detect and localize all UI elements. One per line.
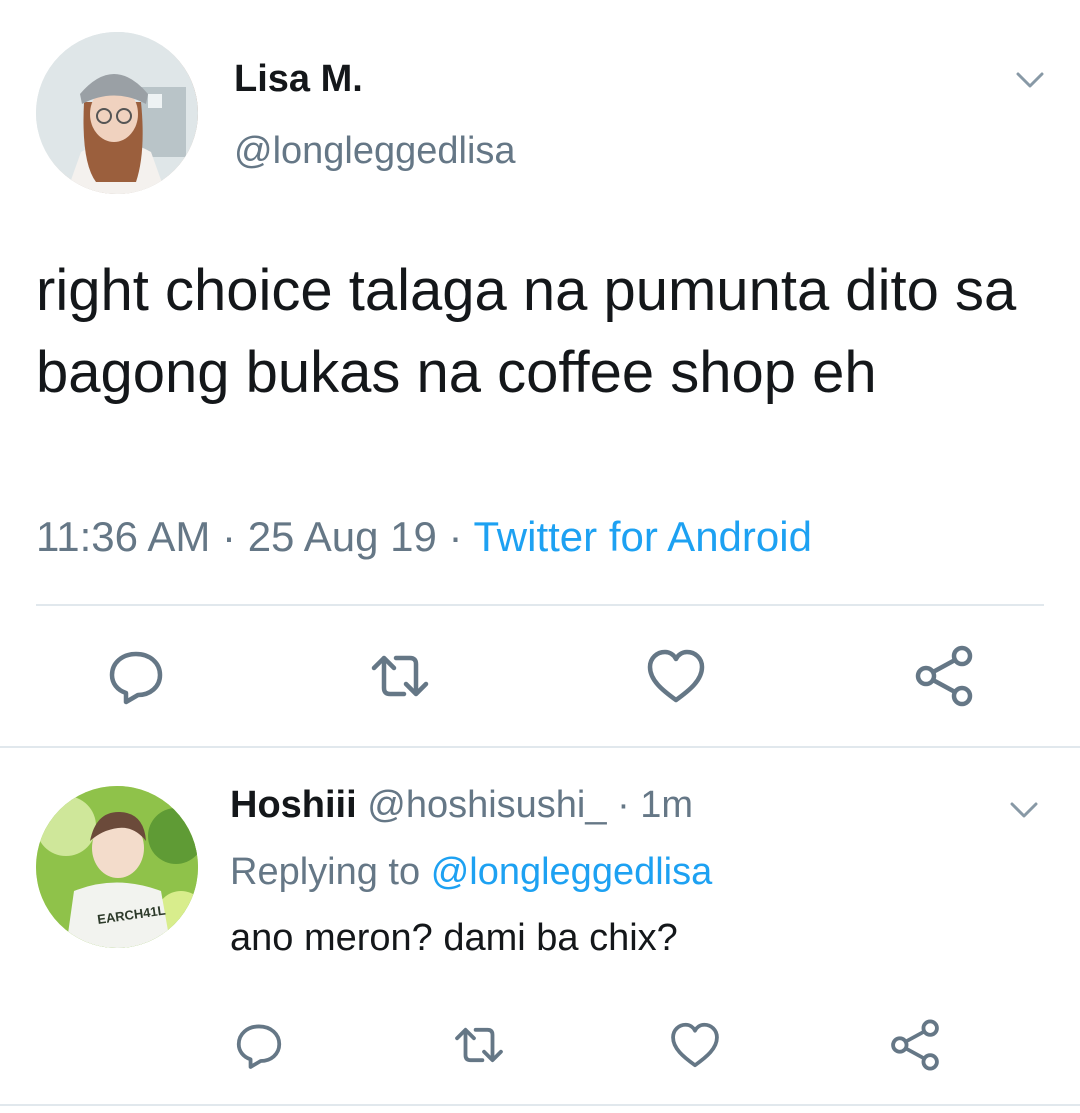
divider: [36, 604, 1044, 606]
avatar-photo: EARCH41L: [36, 786, 198, 948]
meta-separator: ·: [222, 513, 237, 560]
tweet-source-link[interactable]: Twitter for Android: [473, 513, 811, 560]
replying-to-label: Replying to: [230, 851, 421, 893]
chevron-down-icon[interactable]: [1010, 60, 1050, 100]
heart-icon[interactable]: [668, 1018, 722, 1072]
heart-icon[interactable]: [644, 644, 708, 708]
author-handle[interactable]: @longleggedlisa: [234, 130, 516, 173]
meta-separator: ·: [617, 784, 630, 826]
reply-icon[interactable]: [104, 644, 168, 708]
author-avatar[interactable]: [36, 32, 198, 194]
retweet-icon[interactable]: [368, 644, 432, 708]
author-name[interactable]: Lisa M.: [234, 58, 363, 101]
tweet-date: 25 Aug 19: [247, 513, 437, 560]
replying-to-line: Replying to @longleggedlisa: [230, 851, 712, 894]
share-icon[interactable]: [912, 644, 976, 708]
tweet-time: 11:36 AM: [36, 513, 211, 560]
divider: [0, 1104, 1080, 1106]
reply-text: ano meron? dami ba chix?: [230, 917, 678, 959]
reply-author-handle[interactable]: @hoshisushi_: [367, 784, 606, 826]
reply-header: Hoshiii @hoshisushi_ · 1m: [230, 784, 693, 827]
share-icon[interactable]: [888, 1018, 942, 1072]
replying-to-mention[interactable]: @longleggedlisa: [431, 851, 713, 893]
tweet-text: right choice talaga na pumunta dito sa b…: [36, 258, 1017, 405]
reply-author-avatar[interactable]: EARCH41L: [36, 786, 198, 948]
divider: [0, 746, 1080, 748]
retweet-icon[interactable]: [452, 1018, 506, 1072]
meta-separator: ·: [448, 513, 463, 560]
reply-author-name[interactable]: Hoshiii: [230, 784, 357, 826]
avatar-photo: [36, 32, 198, 194]
tweet-metadata: 11:36 AM · 25 Aug 19 · Twitter for Andro…: [36, 513, 812, 561]
reply-time: 1m: [640, 784, 694, 826]
reply-icon[interactable]: [232, 1018, 286, 1072]
chevron-down-icon[interactable]: [1004, 790, 1044, 830]
